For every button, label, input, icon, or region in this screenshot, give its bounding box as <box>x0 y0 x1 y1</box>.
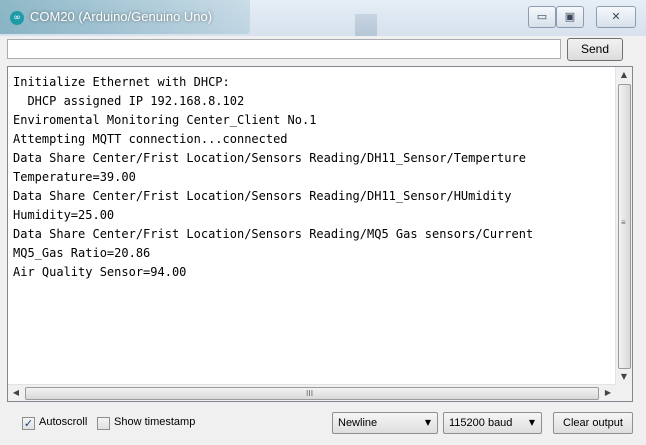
maximize-button[interactable]: ▣ <box>556 6 584 28</box>
serial-monitor-window: ∞ COM20 (Arduino/Genuino Uno) ▭ ▣ ✕ Send… <box>0 0 646 445</box>
line-ending-select[interactable]: Newline ▼ <box>332 412 438 434</box>
grip-icon: ≡ <box>621 218 626 227</box>
serial-output[interactable]: Initialize Ethernet with DHCP: DHCP assi… <box>7 66 633 402</box>
chevron-down-icon: ▼ <box>528 418 535 427</box>
window-title: COM20 (Arduino/Genuino Uno) <box>30 9 213 24</box>
chevron-down-icon: ▼ <box>424 418 431 427</box>
scroll-up-icon[interactable]: ▲ <box>616 67 632 83</box>
output-line: Data Share Center/Frist Location/Sensors… <box>13 189 512 203</box>
show-timestamp-label[interactable]: Show timestamp <box>114 416 195 428</box>
serial-input[interactable] <box>7 39 561 59</box>
autoscroll-label[interactable]: Autoscroll <box>39 416 87 428</box>
output-line: Data Share Center/Frist Location/Sensors… <box>13 227 534 241</box>
vertical-scrollbar[interactable]: ▲ ≡ ▼ <box>615 67 632 385</box>
line-ending-value: Newline <box>338 417 378 429</box>
close-icon: ✕ <box>611 10 621 23</box>
send-row: Send <box>0 36 646 66</box>
maximize-icon: ▣ <box>564 10 576 23</box>
horizontal-scrollbar[interactable]: ◀ III ▶ <box>8 384 616 401</box>
close-button[interactable]: ✕ <box>596 6 636 28</box>
arduino-icon: ∞ <box>10 11 24 25</box>
output-line: Enviromental Monitoring Center_Client No… <box>13 113 317 127</box>
output-line: DHCP assigned IP 192.168.8.102 <box>13 94 245 108</box>
clear-output-button[interactable]: Clear output <box>553 412 633 434</box>
scroll-left-icon[interactable]: ◀ <box>8 385 24 401</box>
output-line: MQ5_Gas Ratio=20.86 <box>13 246 151 260</box>
vertical-scroll-thumb[interactable]: ≡ <box>618 84 631 369</box>
output-line: Humidity=25.00 <box>13 208 115 222</box>
status-bar: ✓ Autoscroll Show timestamp Newline ▼ 11… <box>0 405 646 445</box>
horizontal-scroll-thumb[interactable]: III <box>25 387 599 400</box>
baud-rate-select[interactable]: 115200 baud ▼ <box>443 412 542 434</box>
scrollbar-corner <box>616 385 632 401</box>
output-line: Data Share Center/Frist Location/Sensors… <box>13 151 526 165</box>
check-icon: ✓ <box>23 417 34 430</box>
output-line: Attempting MQTT connection...connected <box>13 132 288 146</box>
output-line: Temperature=39.00 <box>13 170 136 184</box>
baud-rate-value: 115200 baud <box>449 417 513 429</box>
autoscroll-checkbox[interactable]: ✓ <box>22 417 35 430</box>
output-line: Initialize Ethernet with DHCP: <box>13 75 230 89</box>
scroll-down-icon[interactable]: ▼ <box>616 369 632 385</box>
minimize-button[interactable]: ▭ <box>528 6 556 28</box>
title-bar[interactable]: ∞ COM20 (Arduino/Genuino Uno) ▭ ▣ ✕ <box>0 0 646 36</box>
output-text: Initialize Ethernet with DHCP: DHCP assi… <box>13 73 613 383</box>
output-line: Air Quality Sensor=94.00 <box>13 265 187 279</box>
send-button[interactable]: Send <box>567 38 623 61</box>
background-window-fragment <box>355 14 377 36</box>
show-timestamp-checkbox[interactable] <box>97 417 110 430</box>
grip-icon: III <box>306 389 314 398</box>
minimize-icon: ▭ <box>536 10 548 23</box>
scroll-right-icon[interactable]: ▶ <box>600 385 616 401</box>
